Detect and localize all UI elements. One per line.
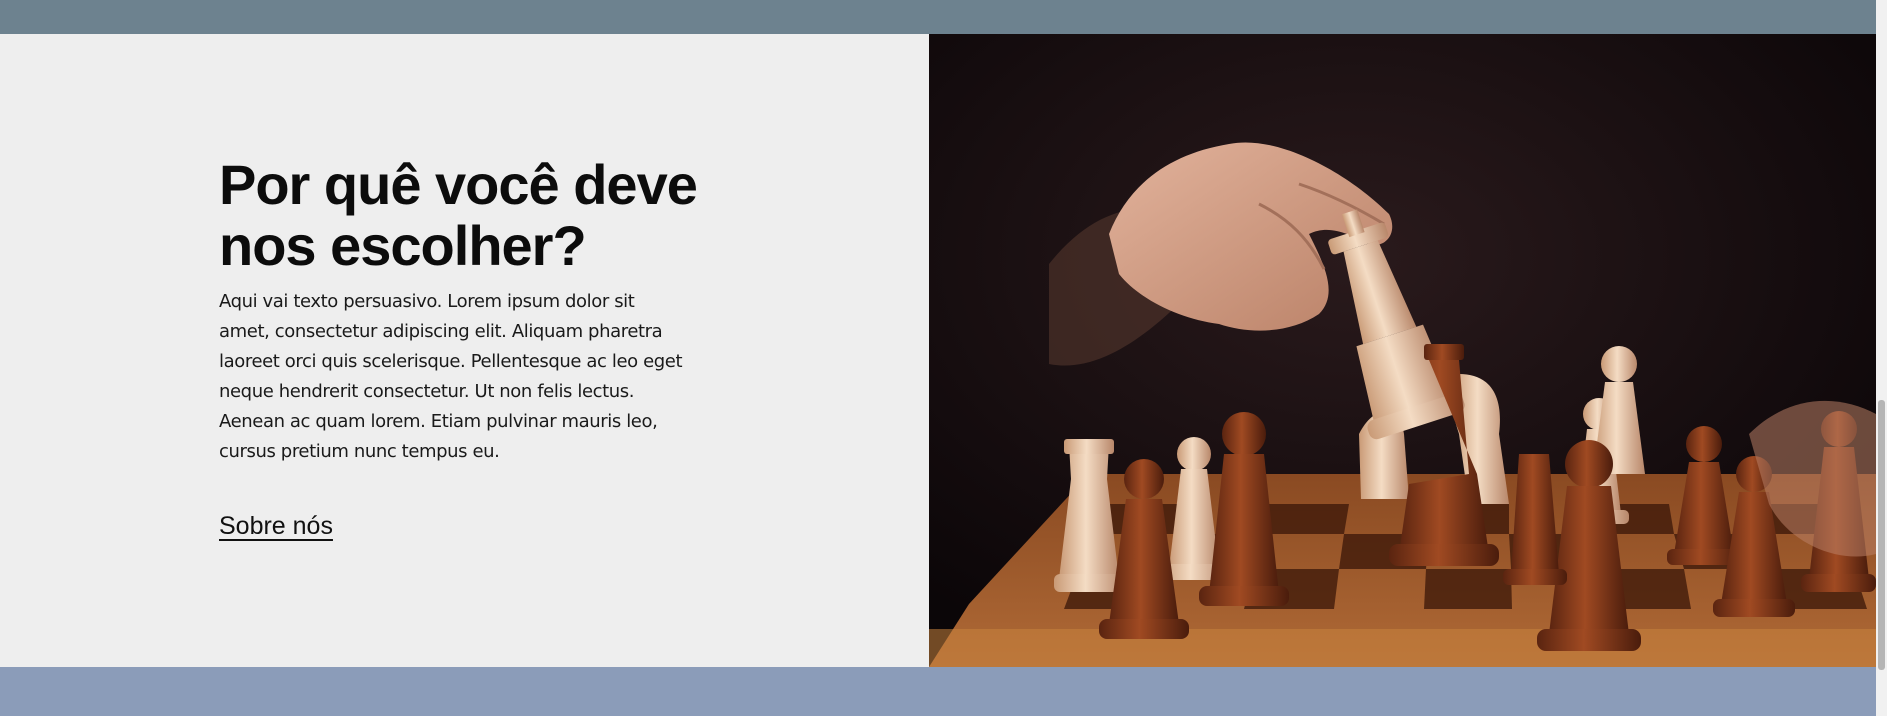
page-scrollbar[interactable]: [1876, 0, 1887, 716]
top-band: [0, 0, 1876, 34]
chess-photo: [929, 34, 1876, 667]
section-heading: Por quê você deve nos escolher?: [219, 153, 698, 277]
bottom-band: [0, 667, 1876, 716]
section-body-text: Aqui vai texto persuasivo. Lorem ipsum d…: [219, 291, 683, 462]
text-column: Por quê você deve nos escolher? Aqui vai…: [0, 34, 929, 667]
chess-illustration: [929, 34, 1876, 667]
about-us-link[interactable]: Sobre nós: [219, 512, 333, 541]
why-choose-us-section: Por quê você deve nos escolher? Aqui vai…: [0, 34, 1876, 667]
scrollbar-thumb[interactable]: [1878, 400, 1885, 670]
